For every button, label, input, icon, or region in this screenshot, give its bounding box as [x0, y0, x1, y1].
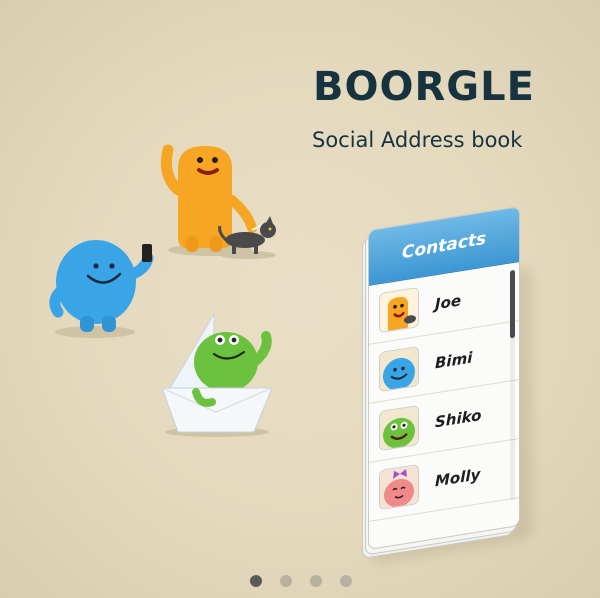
pink-monster-avatar-icon — [379, 463, 419, 511]
green-monster-avatar-icon — [379, 404, 419, 452]
contact-name: Joe — [435, 291, 462, 314]
contact-name: Shiko — [435, 406, 482, 432]
contacts-book: Contacts Joe Bimi Shiko Molly — [362, 205, 520, 559]
pagination-dots — [250, 575, 352, 587]
orange-monster-avatar-icon — [379, 286, 419, 334]
page-dot-4[interactable] — [340, 575, 352, 587]
page-dot-1[interactable] — [250, 575, 262, 587]
page-dot-2[interactable] — [280, 575, 292, 587]
contacts-scrollbar[interactable] — [510, 269, 515, 501]
scrollbar-thumb[interactable] — [510, 269, 515, 339]
page-dot-3[interactable] — [310, 575, 322, 587]
contact-name: Molly — [435, 465, 481, 491]
contacts-list-panel: Contacts Joe Bimi Shiko Molly — [368, 205, 520, 550]
blue-monster-avatar-icon — [379, 345, 419, 393]
green-monster-boat-icon — [161, 312, 273, 437]
contact-name: Bimi — [435, 348, 473, 373]
contacts-header-label: Contacts — [401, 228, 487, 264]
blue-monster-icon — [49, 240, 154, 338]
